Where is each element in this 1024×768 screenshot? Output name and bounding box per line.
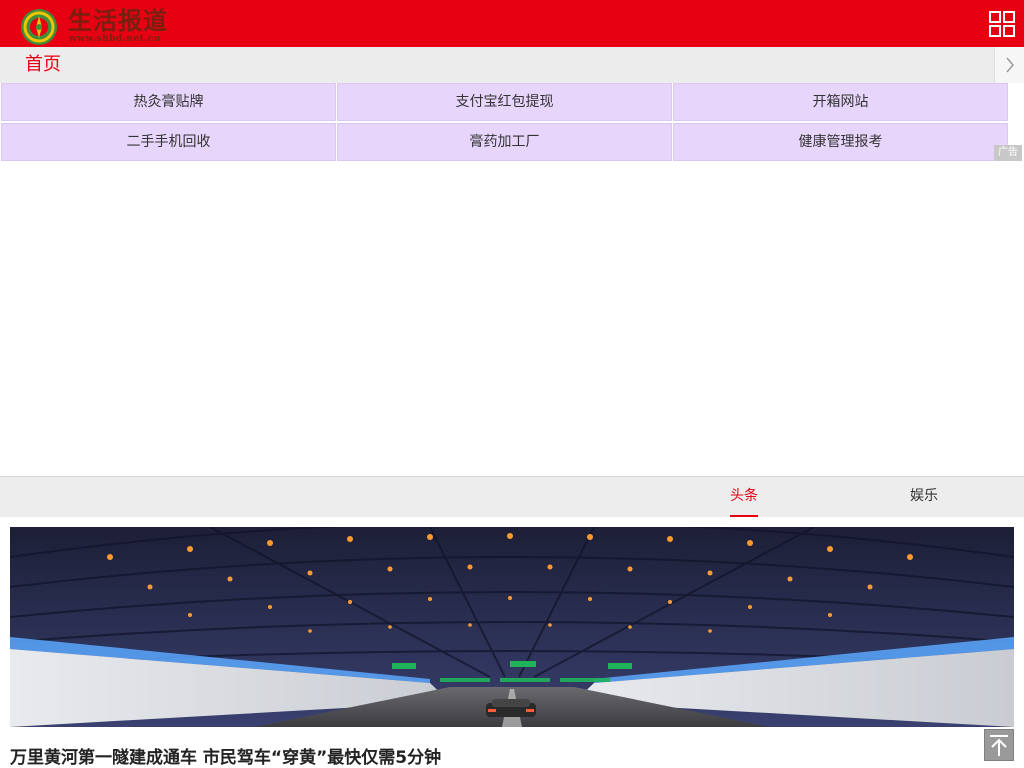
tab-entertainment[interactable]: 娱乐 <box>910 477 938 517</box>
ad-badge: 广告 <box>994 145 1022 161</box>
feed-tabs: 头条 娱乐 <box>0 476 1024 517</box>
tab-headlines[interactable]: 头条 <box>730 477 758 517</box>
ad-link[interactable]: 热灸膏贴牌 <box>1 83 336 121</box>
top-header: 生活报道 www.shbd.net.cn <box>0 0 1024 47</box>
ad-link[interactable]: 支付宝红包提现 <box>337 83 672 121</box>
channel-nav: 首页 <box>0 47 1024 83</box>
logo-emblem-icon <box>21 9 57 45</box>
tunnel-photo <box>10 527 1014 727</box>
nav-next-button[interactable] <box>994 47 1024 83</box>
back-to-top-button[interactable] <box>984 729 1014 761</box>
hero-image[interactable] <box>10 527 1014 727</box>
chevron-right-icon <box>1006 57 1014 73</box>
article-headline[interactable]: 万里黄河第一隧建成通车 市民驾车“穿黄”最快仅需5分钟 <box>10 743 441 768</box>
grid-menu-icon[interactable] <box>988 10 1016 38</box>
ad-link[interactable]: 二手手机回收 <box>1 123 336 161</box>
ad-link[interactable]: 健康管理报考 <box>673 123 1008 161</box>
arrow-up-icon <box>990 735 1008 756</box>
nav-home-link[interactable]: 首页 <box>25 47 61 83</box>
ad-link[interactable]: 膏药加工厂 <box>337 123 672 161</box>
site-logo[interactable]: 生活报道 www.shbd.net.cn <box>20 7 170 45</box>
logo-url: www.shbd.net.cn <box>69 34 161 44</box>
logo-text: 生活报道 <box>68 6 168 35</box>
ad-link[interactable]: 开箱网站 <box>673 83 1008 121</box>
